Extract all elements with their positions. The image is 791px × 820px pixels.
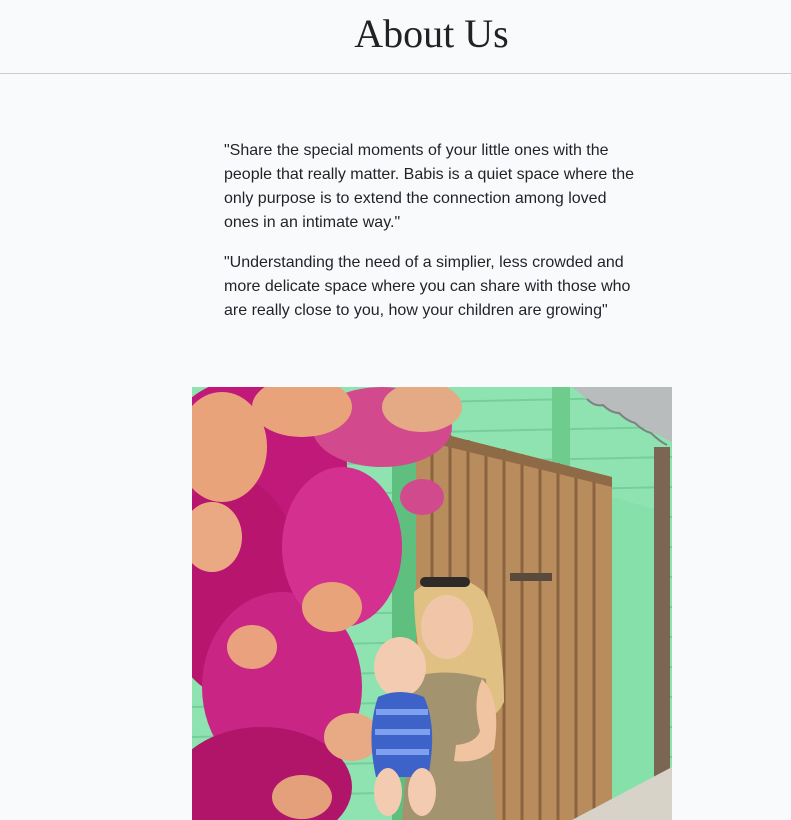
about-quote-1: "Share the special moments of your littl…	[224, 142, 635, 231]
family-photo	[192, 387, 672, 820]
family-photo-illustration	[192, 387, 672, 820]
about-quote-2: "Understanding the need of a simplier, l…	[224, 254, 631, 319]
about-content: "Share the special moments of your littl…	[224, 139, 644, 339]
page-title: About Us	[354, 11, 509, 56]
page-header: About Us	[0, 0, 791, 74]
